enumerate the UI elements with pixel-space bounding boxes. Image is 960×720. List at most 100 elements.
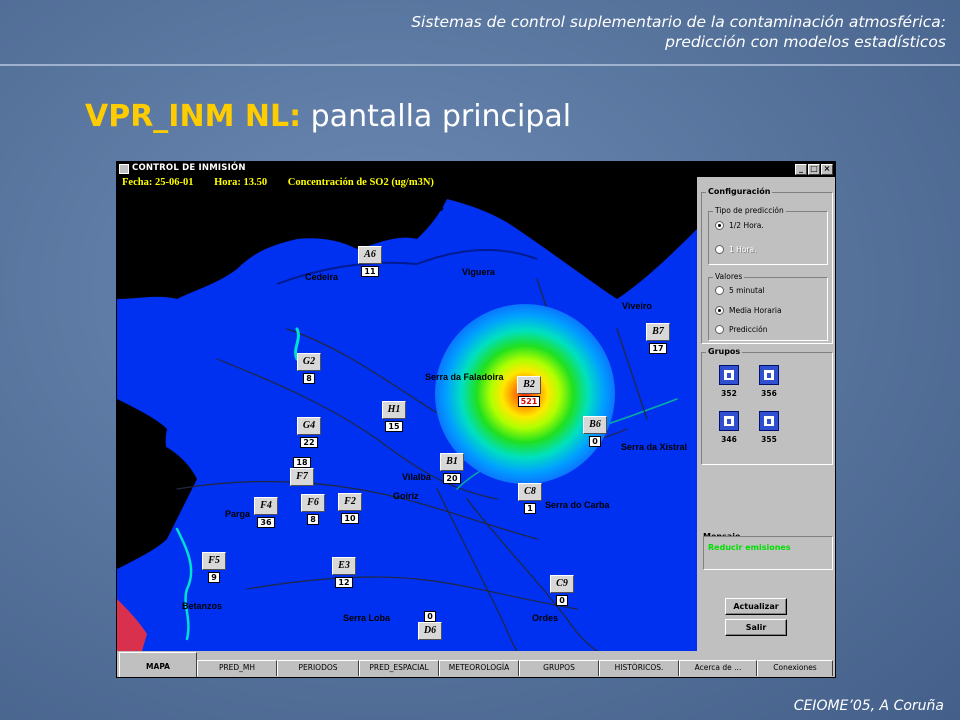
station-G2[interactable]: G2 8: [297, 353, 321, 384]
map-label-place: Serra da Faladoira: [425, 372, 504, 382]
window-titlebar[interactable]: CONTROL DE INMISIÓN _ □ ×: [117, 162, 835, 177]
map-label-place: Serra Loba: [343, 613, 391, 623]
radio-media-horaria[interactable]: Media Horaria: [715, 306, 782, 315]
radio-5-minutal[interactable]: 5 minutal: [715, 286, 765, 295]
tab-meteorologia[interactable]: METEOROLOGÍA: [439, 660, 519, 676]
map-label-place: Serra do Carba: [545, 500, 610, 510]
station-value: 15: [385, 421, 403, 432]
group-355[interactable]: 355: [754, 411, 784, 444]
station-code: B7: [646, 323, 670, 341]
tipo-group: Tipo de predicción 1/2 Hora. 1 Hora.: [708, 206, 828, 265]
station-value: 10: [341, 513, 359, 524]
app-icon: [119, 164, 129, 174]
station-code: B1: [440, 453, 464, 471]
config-title: Configuración: [706, 187, 773, 196]
group-352[interactable]: 352: [714, 365, 744, 398]
station-D6[interactable]: 0 D6: [418, 609, 442, 640]
station-value: 20: [443, 473, 461, 484]
station-code: G4: [297, 417, 321, 435]
station-value: 1: [524, 503, 536, 514]
station-code: C8: [518, 483, 542, 501]
status-line: Fecha: 25-06-01 Hora: 13.50 Concentració…: [117, 177, 697, 189]
status-concentracion: Concentración de SO2 (ug/m3N): [287, 177, 434, 188]
map-label-place: Cedeira: [305, 272, 339, 282]
tab-strip: MAPA PRED_MH PERIODOS PRED_ESPACIAL METE…: [117, 651, 835, 677]
station-B1[interactable]: B1 20: [440, 453, 464, 484]
station-F4[interactable]: F4 36: [254, 497, 278, 528]
station-C9[interactable]: C9 0: [550, 575, 574, 606]
group-number: 346: [721, 435, 737, 444]
station-value: 12: [335, 577, 353, 588]
title-prefix: VPR_INM NL:: [85, 99, 302, 134]
header-line-2: predicción con modelos estadísticos: [665, 33, 946, 51]
group-356[interactable]: 356: [754, 365, 784, 398]
salir-button[interactable]: Salir: [725, 619, 787, 636]
header-divider: [0, 64, 960, 66]
map-label-place: Viveiro: [622, 301, 652, 311]
station-F7[interactable]: 18 F7: [290, 455, 314, 486]
radio-dot: [715, 286, 724, 295]
factory-icon: [719, 365, 739, 385]
station-code: B2: [517, 376, 541, 394]
message-box: Reducir emisiones: [703, 536, 833, 570]
window-title: CONTROL DE INMISIÓN: [132, 163, 246, 173]
station-A6[interactable]: A6 11: [358, 246, 382, 277]
tab-pred-espacial[interactable]: PRED_ESPACIAL: [359, 660, 439, 676]
station-value: 18: [293, 457, 311, 468]
station-value: 0: [556, 595, 568, 606]
station-code: H1: [382, 401, 406, 419]
station-H1[interactable]: H1 15: [382, 401, 406, 432]
tab-mapa[interactable]: MAPA: [119, 652, 197, 677]
map-label-place: Parga: [225, 509, 251, 519]
radio-media-hora[interactable]: 1/2 Hora.: [715, 221, 764, 230]
tab-conexiones[interactable]: Conexiones: [757, 660, 833, 676]
map-label-place: Ordes: [532, 613, 559, 623]
radio-prediccion[interactable]: Predicción: [715, 325, 767, 334]
config-section: Configuración Tipo de predicción 1/2 Hor…: [701, 187, 833, 344]
radio-dot: [715, 221, 724, 230]
map-label-place: Betanzos: [182, 601, 223, 611]
radio-dot: [715, 306, 724, 315]
tab-grupos[interactable]: GRUPOS: [519, 660, 599, 676]
station-B2[interactable]: B2 521: [517, 376, 541, 407]
slide-header: Sistemas de control suplementario de la …: [126, 12, 946, 52]
station-code: F6: [301, 494, 325, 512]
map-label-place: Vilalba: [402, 472, 431, 482]
actualizar-button[interactable]: Actualizar: [725, 598, 787, 615]
station-F6[interactable]: F6 8: [301, 494, 325, 525]
grupos-section: Grupos 352 356 346 355: [701, 347, 833, 465]
station-C8[interactable]: C8 1: [518, 483, 542, 514]
status-fecha: Fecha: 25-06-01: [122, 177, 194, 188]
pollution-map[interactable]: Cariño Cedeira Viguera Viveiro Serra da …: [117, 189, 697, 651]
group-number: 356: [761, 389, 777, 398]
close-button[interactable]: ×: [821, 164, 833, 175]
station-B7[interactable]: B7 17: [646, 323, 670, 354]
map-label-place: Viguera: [462, 267, 495, 277]
minimize-button[interactable]: _: [795, 164, 807, 175]
station-G4[interactable]: G4 22: [297, 417, 321, 448]
station-F5[interactable]: F5 9: [202, 552, 226, 583]
tab-acerca-de[interactable]: Acerca de ...: [679, 660, 757, 676]
station-F2[interactable]: F2 10: [338, 493, 362, 524]
station-value-alert: 521: [517, 396, 541, 407]
valores-title: Valores: [713, 272, 745, 281]
station-code: C9: [550, 575, 574, 593]
station-code: E3: [332, 557, 356, 575]
station-value: 17: [649, 343, 667, 354]
group-number: 352: [721, 389, 737, 398]
station-code: G2: [297, 353, 321, 371]
station-B6[interactable]: B6 0: [583, 416, 607, 447]
radio-dot: [715, 245, 724, 254]
grupos-title: Grupos: [706, 347, 743, 356]
factory-icon: [719, 411, 739, 431]
tab-periodos[interactable]: PERIODOS: [277, 660, 359, 676]
tab-historicos[interactable]: HISTÓRICOS.: [599, 660, 679, 676]
maximize-button[interactable]: □: [808, 164, 820, 175]
radio-dot: [715, 325, 724, 334]
station-code: B6: [583, 416, 607, 434]
radio-una-hora[interactable]: 1 Hora.: [715, 245, 756, 254]
station-E3[interactable]: E3 12: [332, 557, 356, 588]
factory-icon: [759, 365, 779, 385]
group-346[interactable]: 346: [714, 411, 744, 444]
tab-pred-mh[interactable]: PRED_MH: [197, 660, 277, 676]
